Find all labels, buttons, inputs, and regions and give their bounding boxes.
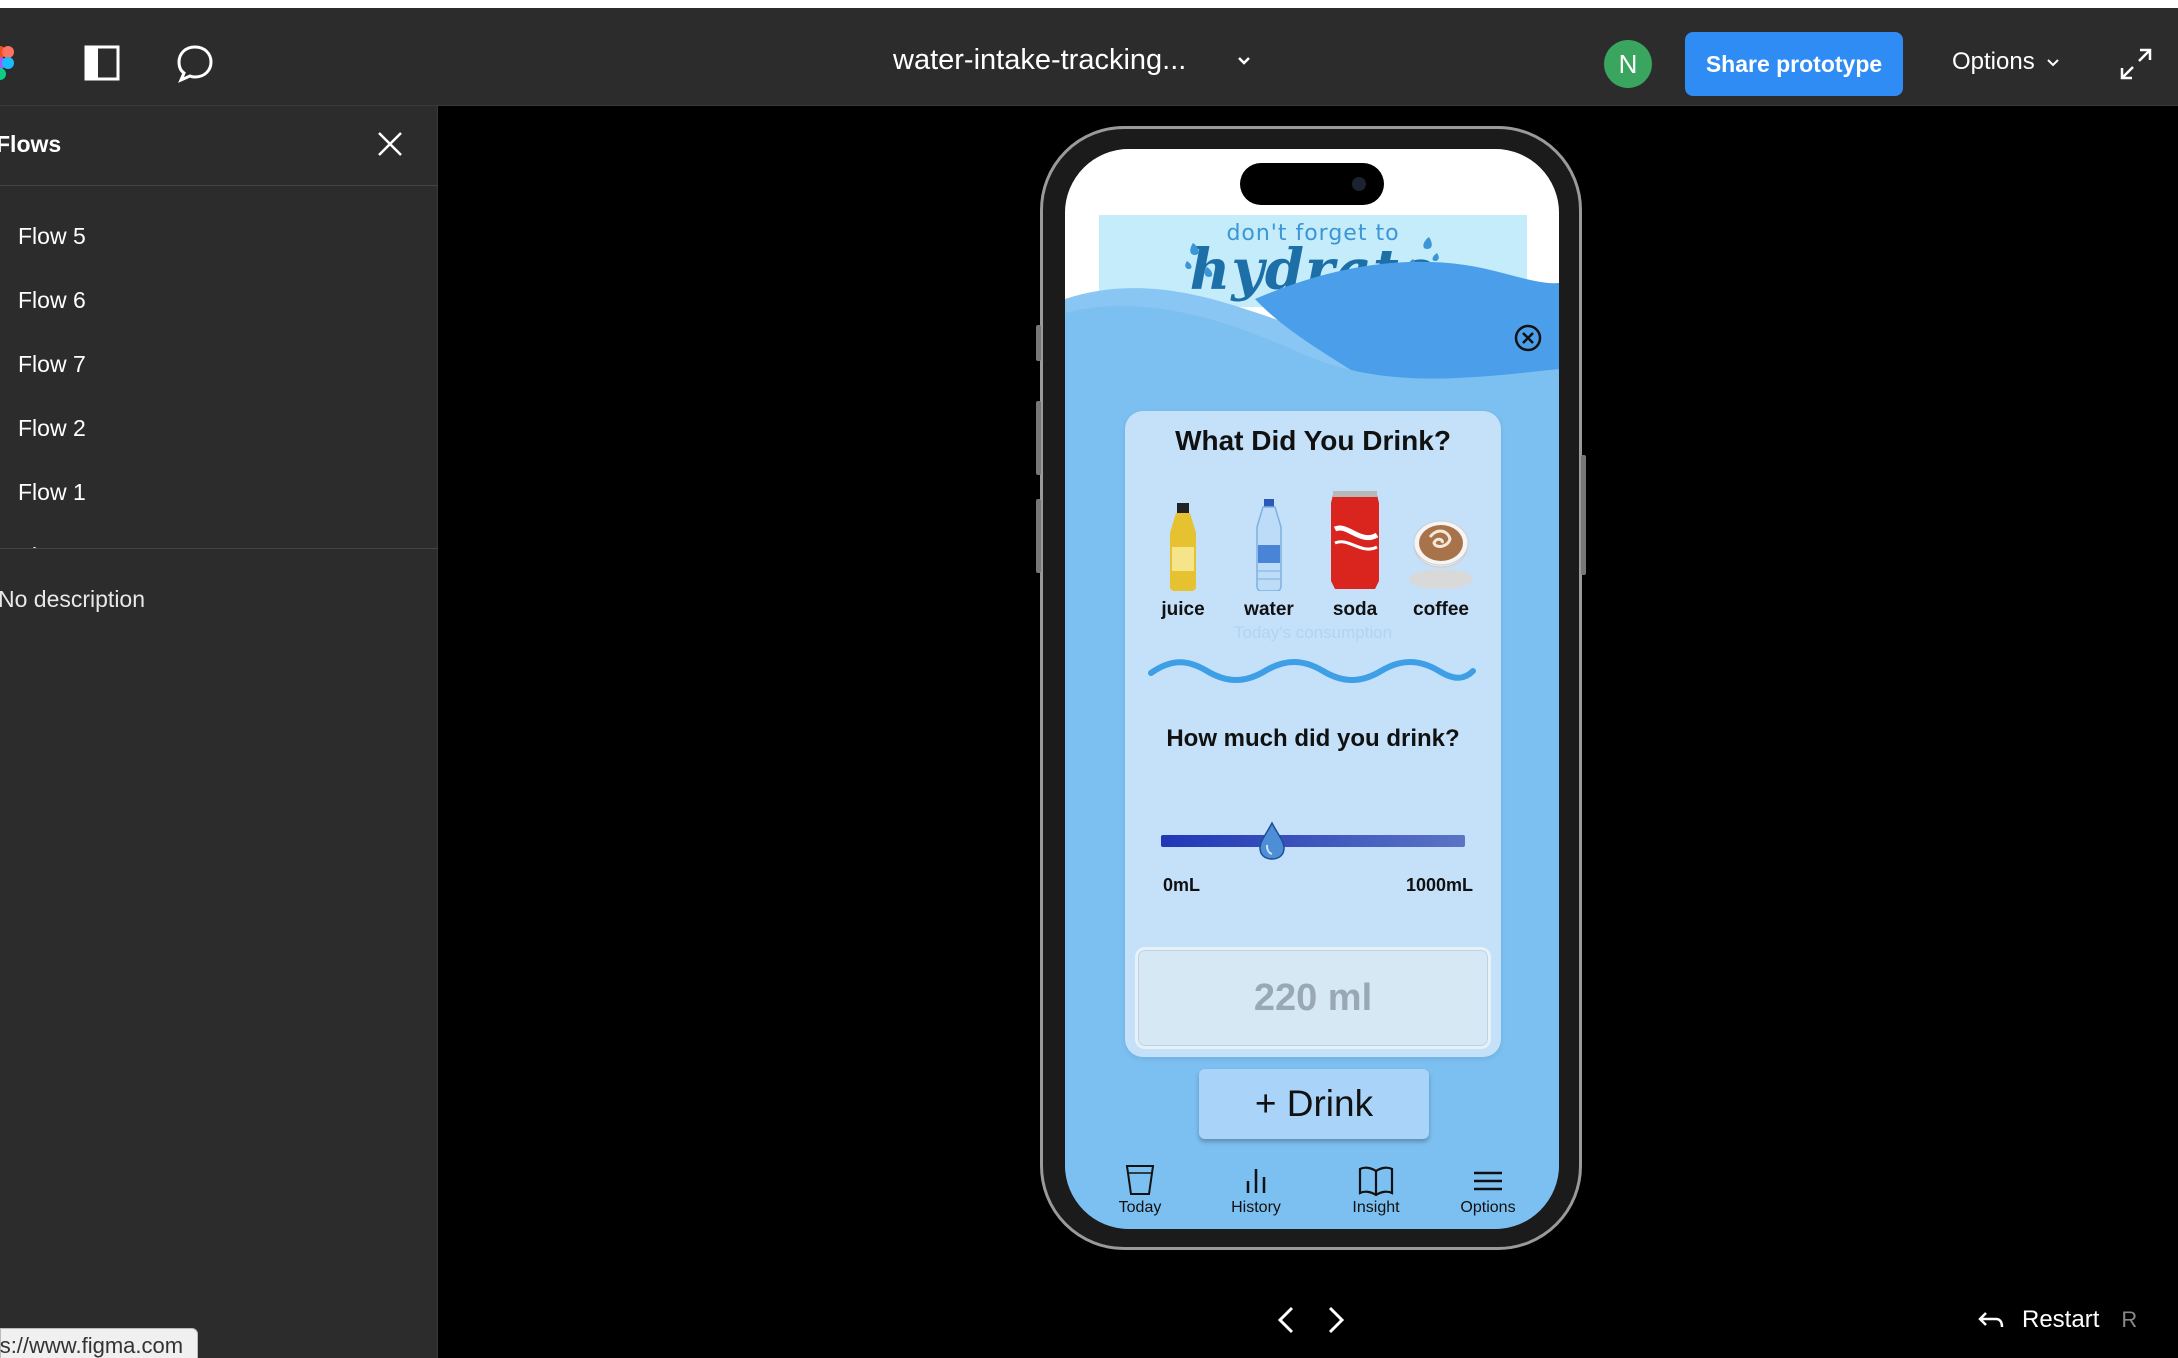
flow-description: No description	[0, 586, 146, 612]
phone-side-button	[1036, 325, 1041, 361]
tab-history[interactable]: History	[1211, 1163, 1301, 1217]
water-drop-slider-thumb[interactable]	[1257, 821, 1287, 861]
options-menu-button[interactable]: Options	[1952, 48, 2061, 76]
add-drink-button[interactable]: + Drink	[1199, 1069, 1429, 1139]
flows-panel: Flows Flow 5 Flow 6 Flow 7 Flow 2 Flow 1…	[0, 106, 438, 1358]
slider-max-label: 1000mL	[1405, 875, 1473, 895]
menu-icon	[1474, 1171, 1502, 1191]
tab-options[interactable]: Options	[1443, 1163, 1533, 1217]
options-label: Options	[1952, 48, 2035, 75]
drink-option-soda[interactable]: soda	[1313, 491, 1397, 621]
tab-label: History	[1231, 1199, 1281, 1216]
drink-option-coffee[interactable]: coffee	[1399, 491, 1483, 621]
chevron-right-icon[interactable]	[1320, 1304, 1350, 1336]
wave-divider	[1148, 659, 1476, 683]
restart-label: Restart	[2022, 1306, 2100, 1333]
bar-chart-icon	[1246, 1169, 1266, 1193]
expand-icon[interactable]	[2118, 46, 2154, 82]
tab-label: Insight	[1352, 1199, 1400, 1216]
share-prototype-button[interactable]: Share prototype	[1685, 32, 1903, 96]
flow-item[interactable]: Flow 4	[0, 524, 438, 549]
file-title[interactable]: water-intake-tracking...	[893, 44, 1186, 77]
water-bottle-icon	[1256, 499, 1282, 591]
drink-label: water	[1244, 599, 1294, 620]
tab-label: Options	[1460, 1199, 1516, 1216]
flow-item[interactable]: Flow 7	[0, 332, 438, 396]
browser-edge	[0, 0, 2178, 8]
undo-arrow-icon	[1978, 1312, 2004, 1328]
status-url-tooltip: https://www.figma.com	[0, 1328, 199, 1358]
card-title: What Did You Drink?	[1175, 425, 1451, 456]
ghost-consumption-text: Today's consumption	[1233, 623, 1393, 642]
drink-entry-card: What Did You Drink? juice water soda cof…	[1125, 411, 1501, 1057]
tab-today[interactable]: Today	[1095, 1163, 1185, 1217]
app-screen: don't forget to hydrate What Did You Dri	[1065, 149, 1559, 1229]
tab-insight[interactable]: Insight	[1331, 1163, 1421, 1217]
drink-label: coffee	[1413, 599, 1469, 620]
amount-question: How much did you drink?	[1166, 725, 1460, 752]
flow-list: Flow 5 Flow 6 Flow 7 Flow 2 Flow 1 Flow …	[0, 186, 438, 549]
restart-shortcut-key: R	[2121, 1307, 2138, 1332]
drink-label: soda	[1332, 599, 1378, 620]
camera	[1352, 177, 1366, 191]
drink-option-water[interactable]: water	[1227, 491, 1311, 621]
prototype-toolbar: water-intake-tracking... N Share prototy…	[0, 8, 2178, 106]
flow-item[interactable]: Flow 5	[0, 204, 438, 268]
glass-icon	[1125, 1165, 1155, 1195]
figma-logo[interactable]	[0, 46, 14, 80]
slider-min-label: 0mL	[1163, 875, 1201, 895]
book-icon	[1358, 1166, 1394, 1197]
app-tab-bar: Today History Insight Options	[1065, 1157, 1559, 1229]
phone-side-button	[1581, 455, 1586, 575]
soda-can-icon	[1331, 491, 1379, 589]
restart-button[interactable]: Restart R	[1978, 1306, 2137, 1334]
phone-frame: don't forget to hydrate What Did You Dri	[1036, 126, 1586, 1250]
status-url: https://www.figma.com	[0, 1333, 184, 1358]
close-icon[interactable]	[374, 128, 406, 160]
phone-side-button	[1036, 401, 1041, 475]
amount-display[interactable]: 220 ml	[1135, 947, 1491, 1049]
drink-label: juice	[1161, 599, 1205, 620]
amount-slider-track[interactable]	[1161, 835, 1465, 847]
close-circle-icon[interactable]	[1513, 323, 1543, 353]
juice-bottle-icon	[1170, 503, 1196, 591]
flow-item[interactable]: Flow 1	[0, 460, 438, 524]
avatar[interactable]: N	[1604, 40, 1652, 88]
flows-header: Flows	[0, 106, 438, 186]
flow-item[interactable]: Flow 2	[0, 396, 438, 460]
coffee-cup-icon	[1409, 520, 1473, 589]
tab-label: Today	[1118, 1199, 1162, 1216]
flow-item[interactable]: Flow 6	[0, 268, 438, 332]
chevron-down-icon	[2047, 59, 2059, 67]
phone-side-button	[1036, 499, 1041, 573]
drink-option-juice[interactable]: juice	[1141, 491, 1225, 621]
sidebar-icon[interactable]	[77, 38, 127, 88]
chevron-down-icon[interactable]	[1232, 48, 1256, 72]
flows-title: Flows	[0, 131, 62, 157]
chevron-left-icon[interactable]	[1272, 1304, 1302, 1336]
comment-icon[interactable]	[170, 38, 220, 88]
dynamic-island	[1240, 163, 1384, 205]
